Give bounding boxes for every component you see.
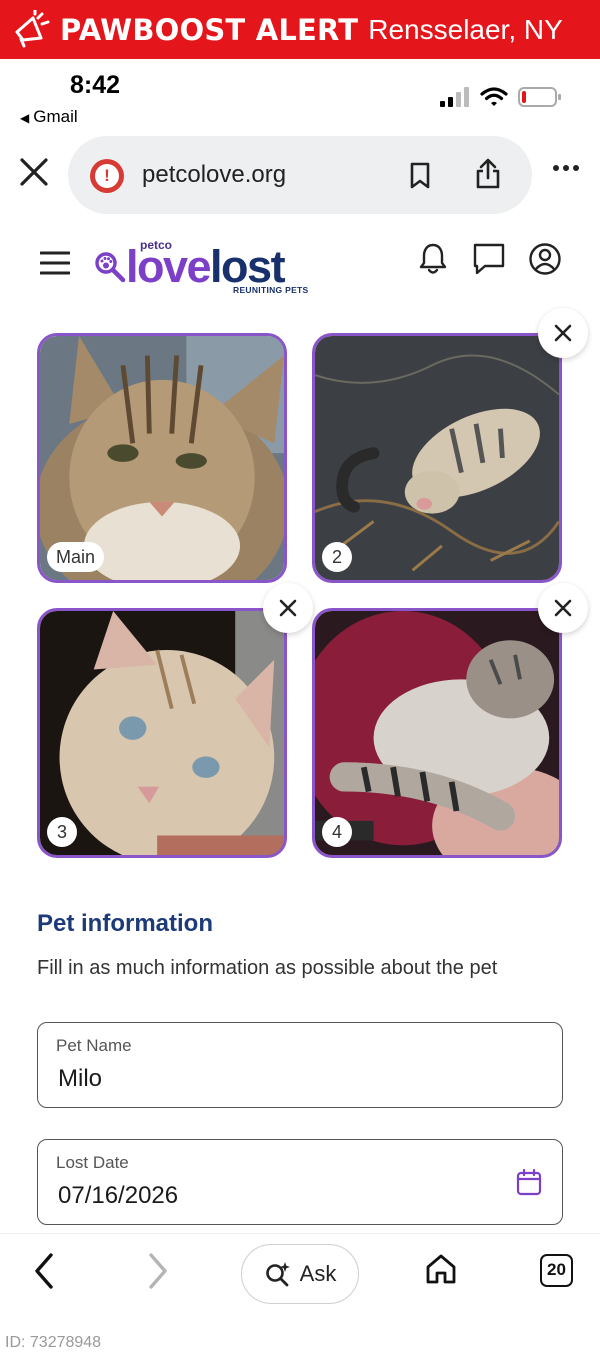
close-icon — [279, 599, 297, 617]
close-icon — [554, 324, 572, 342]
pet-name-value[interactable]: Milo — [58, 1065, 102, 1093]
browser-toolbar: Ask 20 — [0, 1234, 600, 1316]
back-to-app-link[interactable]: ◀ Gmail — [20, 107, 78, 127]
home-icon[interactable] — [424, 1252, 458, 1286]
back-app-label: Gmail — [33, 107, 78, 126]
tabs-count: 20 — [547, 1260, 566, 1279]
ask-label: Ask — [299, 1261, 337, 1286]
lost-date-field[interactable]: Lost Date 07/16/2026 — [37, 1139, 563, 1225]
clock: 8:42 — [70, 71, 121, 99]
logo-tagline: REUNITING PETS — [233, 285, 309, 295]
url-text: petcolove.org — [142, 161, 287, 188]
bell-icon[interactable] — [418, 242, 448, 276]
more-options-icon[interactable] — [552, 164, 580, 172]
cellular-signal-icon — [440, 87, 469, 107]
pet-photo-4[interactable]: 4 — [312, 608, 562, 858]
remove-photo-4-button[interactable] — [538, 583, 588, 633]
tabby-cat-photo — [315, 611, 559, 855]
ask-button[interactable]: Ask — [241, 1244, 359, 1304]
photo-label-main: Main — [47, 542, 105, 572]
forward-arrow-icon[interactable] — [146, 1252, 170, 1290]
pet-information-subtitle: Fill in as much information as possible … — [37, 957, 498, 979]
pet-photo-main[interactable]: Main — [37, 333, 287, 583]
pawboost-alert-banner: PAWBOOST ALERT Rensselaer, NY — [0, 0, 600, 59]
account-icon[interactable] — [528, 242, 562, 276]
address-bar[interactable]: ! petcolove.org — [68, 136, 532, 214]
screen: PAWBOOST ALERT Rensselaer, NY 8:42 ◀ Gmai… — [0, 0, 600, 1357]
browser-address-row: ! petcolove.org — [0, 134, 600, 216]
photo-label-2: 2 — [322, 542, 352, 572]
pet-name-field[interactable]: Pet Name Milo — [37, 1022, 563, 1108]
share-icon[interactable] — [474, 158, 502, 190]
lost-date-value[interactable]: 07/16/2026 — [58, 1182, 178, 1210]
pet-information-heading: Pet information — [37, 910, 214, 937]
remove-photo-2-button[interactable] — [538, 308, 588, 358]
photo-label-3: 3 — [47, 817, 77, 847]
paw-magnifier-icon — [95, 252, 126, 283]
wifi-icon — [480, 87, 508, 106]
pet-photo-3[interactable]: 3 — [37, 608, 287, 858]
banner-location: Rensselaer, NY — [368, 13, 563, 45]
site-header: petco lovelost REUNITING PETS — [0, 232, 600, 298]
lost-date-label: Lost Date — [56, 1153, 129, 1172]
tabby-cat-photo — [315, 336, 559, 580]
remove-photo-3-button[interactable] — [263, 583, 313, 633]
bookmark-icon[interactable] — [408, 162, 432, 190]
calendar-icon[interactable] — [516, 1168, 542, 1196]
back-arrow-icon[interactable] — [32, 1252, 56, 1290]
close-icon — [554, 599, 572, 617]
sparkle-search-icon — [265, 1262, 290, 1287]
hamburger-menu-icon[interactable] — [40, 250, 70, 276]
tabby-cat-photo — [40, 611, 284, 855]
pet-photo-2[interactable]: 2 — [312, 333, 562, 583]
pet-name-label: Pet Name — [56, 1036, 132, 1055]
logo-love-text: love — [126, 241, 212, 292]
banner-title: PAWBOOST ALERT — [60, 12, 359, 47]
battery-icon — [518, 87, 561, 107]
message-icon[interactable] — [472, 242, 506, 276]
megaphone-icon — [10, 9, 52, 51]
close-icon[interactable] — [16, 154, 52, 190]
tabs-counter-button[interactable]: 20 — [540, 1254, 573, 1287]
photo-label-4: 4 — [322, 817, 352, 847]
warning-icon[interactable]: ! — [90, 159, 124, 193]
footer-id: ID: 73278948 — [5, 1334, 102, 1351]
status-bar: 8:42 ◀ Gmail — [0, 59, 600, 129]
